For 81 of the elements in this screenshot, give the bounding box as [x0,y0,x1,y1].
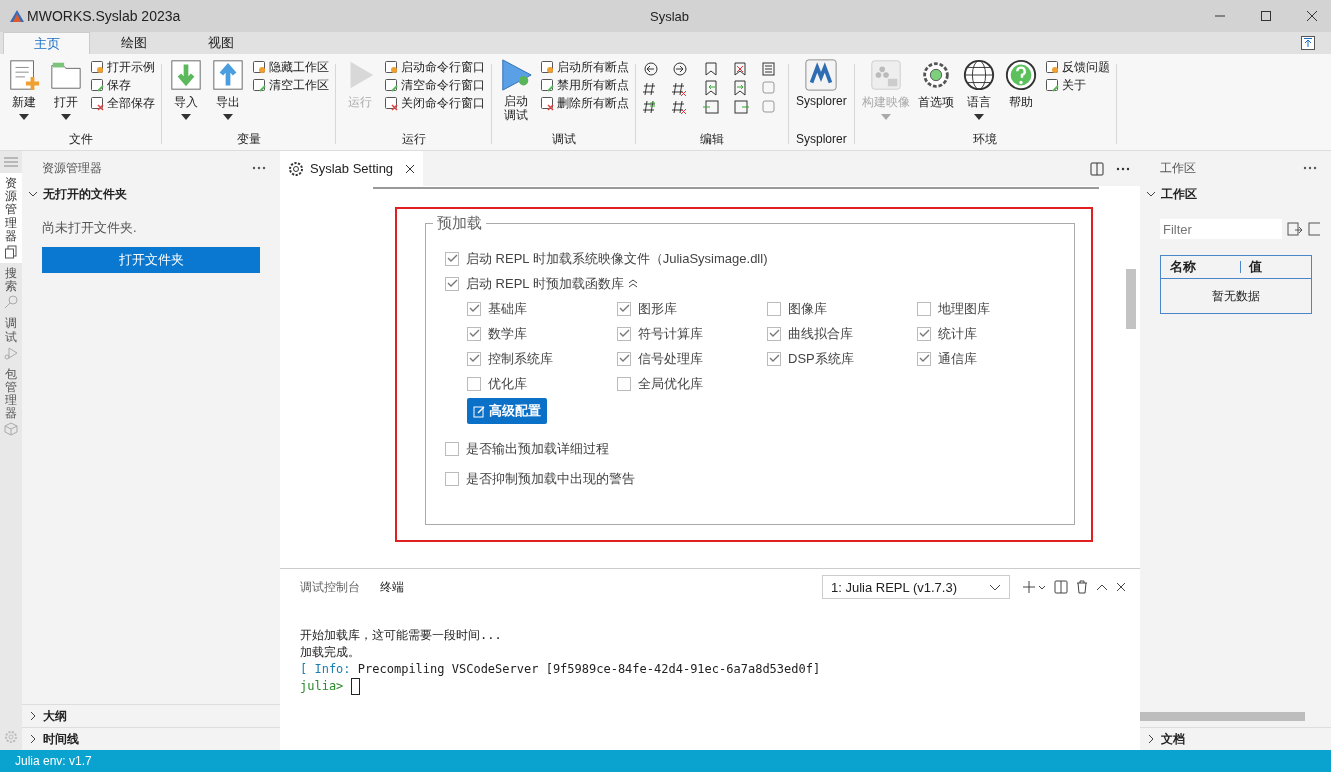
option-label: 启动 REPL 时加载系统映像文件（JuliaSysimage.dll) [466,249,768,268]
info-prefix: [ Info: [300,661,351,678]
repl-prompt: julia> [300,678,344,695]
ribbon-tab[interactable]: 绘图 [90,32,177,54]
option-label: 数学库 [488,324,527,343]
ribbon-small-button[interactable]: 启动所有断点 [540,60,629,75]
option-label: 图形库 [638,299,677,318]
explorer-title: 资源管理器 [42,159,102,177]
option-label: 曲线拟合库 [788,324,853,343]
ribbon-button[interactable]: 新建 [6,58,42,111]
option-label: 是否输出预加载详细过程 [466,440,609,458]
ribbon-button[interactable]: 语言 [960,58,997,111]
app-title: MWORKS.Syslab 2023a [27,8,181,24]
column-header: 名称 [1161,261,1241,273]
ribbon-small-button[interactable]: 禁用所有断点 [540,78,629,93]
workspace-title: 工作区 [1160,159,1196,177]
section-title[interactable]: 无打开的文件夹 [43,185,127,203]
ribbon-group-label: 运行 [401,131,426,148]
ribbon-button[interactable]: 帮助 [1002,58,1039,111]
option-label: 启动 REPL 时预加载函数库 [466,274,624,293]
status-text: Julia env: v1.7 [15,754,92,768]
panel-tab[interactable]: 调试控制台 [300,579,360,595]
ribbon-button[interactable]: 导入 [168,58,204,111]
ribbon-group-label: 文件 [68,131,93,148]
section-legend: 预加载 [433,214,486,233]
section-title[interactable]: 大纲 [43,707,67,725]
activity-tab[interactable]: 搜索 [0,262,22,314]
empty-message: 尚未打开文件夹. [42,219,138,237]
ribbon-small-button[interactable]: 删除所有断点 [540,96,629,111]
ribbon-button[interactable]: Sysplorer [795,58,848,108]
ribbon-button[interactable]: 导出 [210,58,246,111]
terminal-line: 加载完成。 [300,644,360,661]
ribbon-small-button[interactable]: 保存 [90,78,155,93]
advanced-config-button[interactable]: 高级配置 [467,398,547,424]
activity-tab[interactable]: 包管理器 [0,363,22,441]
column-header: 值 [1247,258,1262,276]
option-label: 信号处理库 [638,349,703,368]
option-label: 是否抑制预加载中出现的警告 [466,470,635,488]
terminal-line: 开始加载库，这可能需要一段时间... [300,627,502,644]
activity-tab[interactable]: 调试 [0,313,22,364]
ribbon-button[interactable]: 首选项 [916,58,955,111]
option-label: 符号计算库 [638,324,703,343]
ribbon-small-button[interactable]: 关闭命令行窗口 [384,96,485,111]
ribbon-small-button[interactable]: 启动命令行窗口 [384,60,485,75]
option-label: 通信库 [938,349,977,368]
ribbon-small-button[interactable]: 清空工作区 [252,78,329,93]
panel-tab[interactable]: 终端 [380,579,404,595]
ribbon-group-label: 调试 [551,131,576,148]
ribbon-small-button[interactable]: 全部保存 [90,96,155,111]
empty-message: 暂无数据 [1212,287,1260,305]
activity-tab[interactable]: 资源管理器 [0,173,22,263]
ribbon-small-button[interactable]: 打开示例 [90,60,155,75]
option-label: 优化库 [488,374,527,393]
ribbon-group-label: 环境 [973,131,998,148]
ribbon-small-button[interactable]: 反馈问题 [1044,60,1110,75]
option-label: 统计库 [938,324,977,343]
ribbon-group-label: 编辑 [700,131,724,148]
option-label: 全局优化库 [638,374,703,393]
ribbon-tab[interactable]: 主页 [3,32,90,54]
terminal-line: Precompiling VSCodeServer [9f5989ce-84fe-42d4-91ec-6a7a8d53ed0f] [357,661,821,678]
open-folder-button[interactable]: 打开文件夹 [42,247,260,273]
option-label: 基础库 [488,299,527,318]
ribbon-button[interactable]: 打开 [48,58,84,111]
option-label: 地理图库 [938,299,990,318]
section-title[interactable]: 工作区 [1161,185,1197,203]
window-title: Syslab [650,8,690,24]
section-title[interactable]: 文档 [1161,730,1185,748]
option-label: DSP系统库 [788,349,854,368]
select-value: 1: Julia REPL (v1.7.3) [831,579,957,595]
ribbon-small-button[interactable]: 清空命令行窗口 [384,78,485,93]
filter-field[interactable]: Filter [1160,219,1282,239]
ribbon-group-label: Sysplorer [796,131,847,148]
ribbon-group-label: 变量 [236,131,261,148]
section-title[interactable]: 时间线 [43,730,79,748]
ribbon-tab[interactable]: 视图 [177,32,264,54]
ribbon-small-button[interactable]: 关于 [1044,78,1110,93]
terminal-select[interactable]: 1: Julia REPL (v1.7.3) [822,575,1010,599]
ribbon-small-button[interactable]: 隐藏工作区 [252,60,329,75]
option-label: 控制系统库 [488,349,553,368]
option-label: 图像库 [788,299,827,318]
ribbon-button[interactable]: 启动调试 [498,58,534,123]
